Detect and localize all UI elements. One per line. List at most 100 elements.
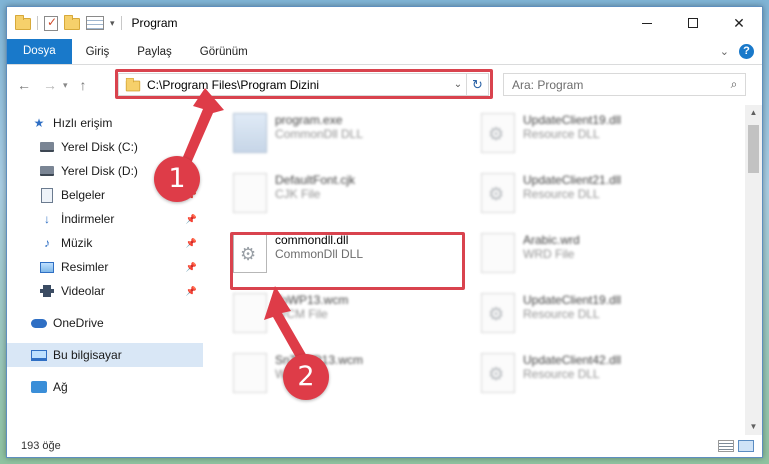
file-column-right: UpdateClient19.dllResource DLL UpdateCli… xyxy=(481,105,711,405)
file-name: DefaultFont.cjk xyxy=(275,173,356,187)
list-item[interactable]: DefaultFont.cjk CJK File xyxy=(233,165,463,225)
tab-home[interactable]: Giriş xyxy=(72,40,124,64)
refresh-icon[interactable]: ↻ xyxy=(466,74,488,95)
file-type: Resource DLL xyxy=(523,187,600,201)
view-properties-icon[interactable] xyxy=(86,16,104,30)
file-type: WRD File xyxy=(523,247,575,261)
tab-share[interactable]: Paylaş xyxy=(123,40,186,64)
navigation-pane: ★ Hızlı erişim Yerel Disk (C:) 📌 Yerel D… xyxy=(7,105,203,435)
music-icon: ♪ xyxy=(44,236,50,250)
pictures-icon xyxy=(39,259,55,275)
drive-icon xyxy=(39,163,55,179)
maximize-icon xyxy=(688,18,698,28)
status-bar: 193 öğe xyxy=(7,435,762,457)
sidebar-item-label: Videolar xyxy=(61,284,105,298)
tab-file[interactable]: Dosya xyxy=(7,39,72,64)
scroll-down-icon[interactable]: ▼ xyxy=(745,419,762,435)
file-name: program.exe xyxy=(275,113,343,127)
large-icons-view-icon[interactable] xyxy=(738,440,754,452)
file-name: UpdateClient19.dll xyxy=(523,113,622,127)
this-pc-icon xyxy=(31,347,47,363)
sidebar-item-this-pc[interactable]: Bu bilgisayar xyxy=(7,343,203,367)
customize-toolbar-chevron-icon[interactable]: ▾ xyxy=(110,18,115,29)
sidebar-item-label: Bu bilgisayar xyxy=(53,348,122,362)
help-icon[interactable]: ? xyxy=(739,44,754,59)
dll-file-icon xyxy=(233,233,267,273)
sidebar-item-network[interactable]: Ağ xyxy=(7,375,203,399)
scroll-thumb[interactable] xyxy=(748,125,759,173)
back-arrow-icon[interactable]: ← xyxy=(17,77,31,93)
dll-file-icon xyxy=(481,113,515,153)
pin-icon[interactable]: 📌 xyxy=(186,142,197,153)
list-item[interactable]: UpdateClient21.dllResource DLL xyxy=(481,165,711,225)
close-button[interactable]: ✕ xyxy=(716,7,762,39)
file-type: Resource DLL xyxy=(523,127,600,141)
search-icon[interactable]: ⌕ xyxy=(723,77,745,92)
pin-icon[interactable]: 📌 xyxy=(186,286,197,297)
forward-arrow-icon[interactable]: → xyxy=(43,77,57,93)
folder-icon xyxy=(125,77,141,91)
dll-file-icon xyxy=(481,173,515,213)
recent-locations-chevron-icon[interactable]: ▾ xyxy=(63,80,68,91)
pin-icon[interactable]: 📌 xyxy=(186,214,197,225)
tab-view[interactable]: Görünüm xyxy=(186,40,262,64)
drive-icon xyxy=(39,139,55,155)
new-folder-icon[interactable] xyxy=(64,15,80,30)
file-name: UpdateClient19.dll xyxy=(523,293,622,307)
expand-ribbon-chevron-icon[interactable]: ⌄ xyxy=(720,45,729,58)
file-type: Resource DLL xyxy=(523,367,600,381)
list-item[interactable]: UpdateClient19.dllResource DLL xyxy=(481,285,711,345)
sidebar-item-music[interactable]: ♪ Müzik 📌 xyxy=(7,231,203,255)
list-item[interactable]: UpdateClient42.dllResource DLL xyxy=(481,345,711,405)
file-type: CommonDll DLL xyxy=(275,127,364,141)
vertical-scrollbar[interactable]: ▲ ▼ xyxy=(745,105,762,435)
folder-icon xyxy=(15,15,31,30)
file-icon xyxy=(233,173,267,213)
list-item-commondll[interactable]: commondll.dllCommonDll DLL xyxy=(233,225,463,285)
minimize-icon xyxy=(642,22,652,24)
quick-access-toolbar: ▾ xyxy=(7,15,122,31)
pin-icon[interactable]: 📌 xyxy=(186,238,197,249)
file-icon xyxy=(233,353,267,393)
sidebar-item-onedrive[interactable]: OneDrive xyxy=(7,311,203,335)
search-input[interactable]: Ara: Program ⌕ xyxy=(503,73,746,96)
file-column-left: program.exe CommonDll DLL DefaultFont.cjk… xyxy=(233,105,463,405)
scroll-up-icon[interactable]: ▲ xyxy=(745,105,762,121)
file-name: Arabic.wrd xyxy=(523,233,580,247)
download-icon: ↓ xyxy=(44,212,50,226)
pin-icon[interactable]: 📌 xyxy=(186,262,197,273)
sidebar-item-quick-access[interactable]: ★ Hızlı erişim xyxy=(7,111,203,135)
file-icon xyxy=(481,233,515,273)
sidebar-item-label: Ağ xyxy=(53,380,68,394)
address-bar[interactable]: C:\Program Files\Program Dizini ⌄ ↻ xyxy=(118,73,489,96)
sidebar-item-pictures[interactable]: Resimler 📌 xyxy=(7,255,203,279)
list-item[interactable]: Arabic.wrd WRD File xyxy=(481,225,711,285)
file-name: UpdateClient21.dll xyxy=(523,173,622,187)
address-path[interactable]: C:\Program Files\Program Dizini xyxy=(147,78,450,92)
minimize-button[interactable] xyxy=(624,7,670,39)
divider xyxy=(37,16,38,30)
file-name: UpdateClient42.dll xyxy=(523,353,622,367)
search-placeholder: Ara: Program xyxy=(512,77,584,92)
file-name: commondll.dll xyxy=(275,233,349,247)
list-item[interactable]: UpdateClient19.dllResource DLL xyxy=(481,105,711,165)
list-item[interactable]: program.exe CommonDll DLL xyxy=(233,105,463,165)
properties-check-icon[interactable] xyxy=(44,15,58,31)
sidebar-item-label: Resimler xyxy=(61,260,109,274)
sidebar-item-label: Müzik xyxy=(61,236,93,250)
sidebar-item-downloads[interactable]: ↓ İndirmeler 📌 xyxy=(7,207,203,231)
title-bar: ▾ Program ✕ xyxy=(7,7,762,39)
file-type: WCM File xyxy=(275,307,328,321)
details-view-icon[interactable] xyxy=(718,440,734,452)
list-item[interactable]: ToWP13.wcm WCM File xyxy=(233,285,463,345)
onedrive-icon xyxy=(31,315,47,331)
list-item[interactable]: SnToWP13.wcmWCM File xyxy=(233,345,463,405)
sidebar-item-label: İndirmeler xyxy=(61,212,115,226)
address-dropdown-chevron-icon[interactable]: ⌄ xyxy=(450,79,466,90)
maximize-button[interactable] xyxy=(670,7,716,39)
sidebar-item-label: Yerel Disk (C:) xyxy=(61,140,138,154)
up-arrow-icon[interactable]: ↑ xyxy=(80,77,87,93)
explorer-window: ▾ Program ✕ Dosya Giriş Paylaş Görünüm ⌄… xyxy=(6,6,763,458)
file-name: ToWP13.wcm xyxy=(275,293,349,307)
sidebar-item-videos[interactable]: Videolar 📌 xyxy=(7,279,203,303)
